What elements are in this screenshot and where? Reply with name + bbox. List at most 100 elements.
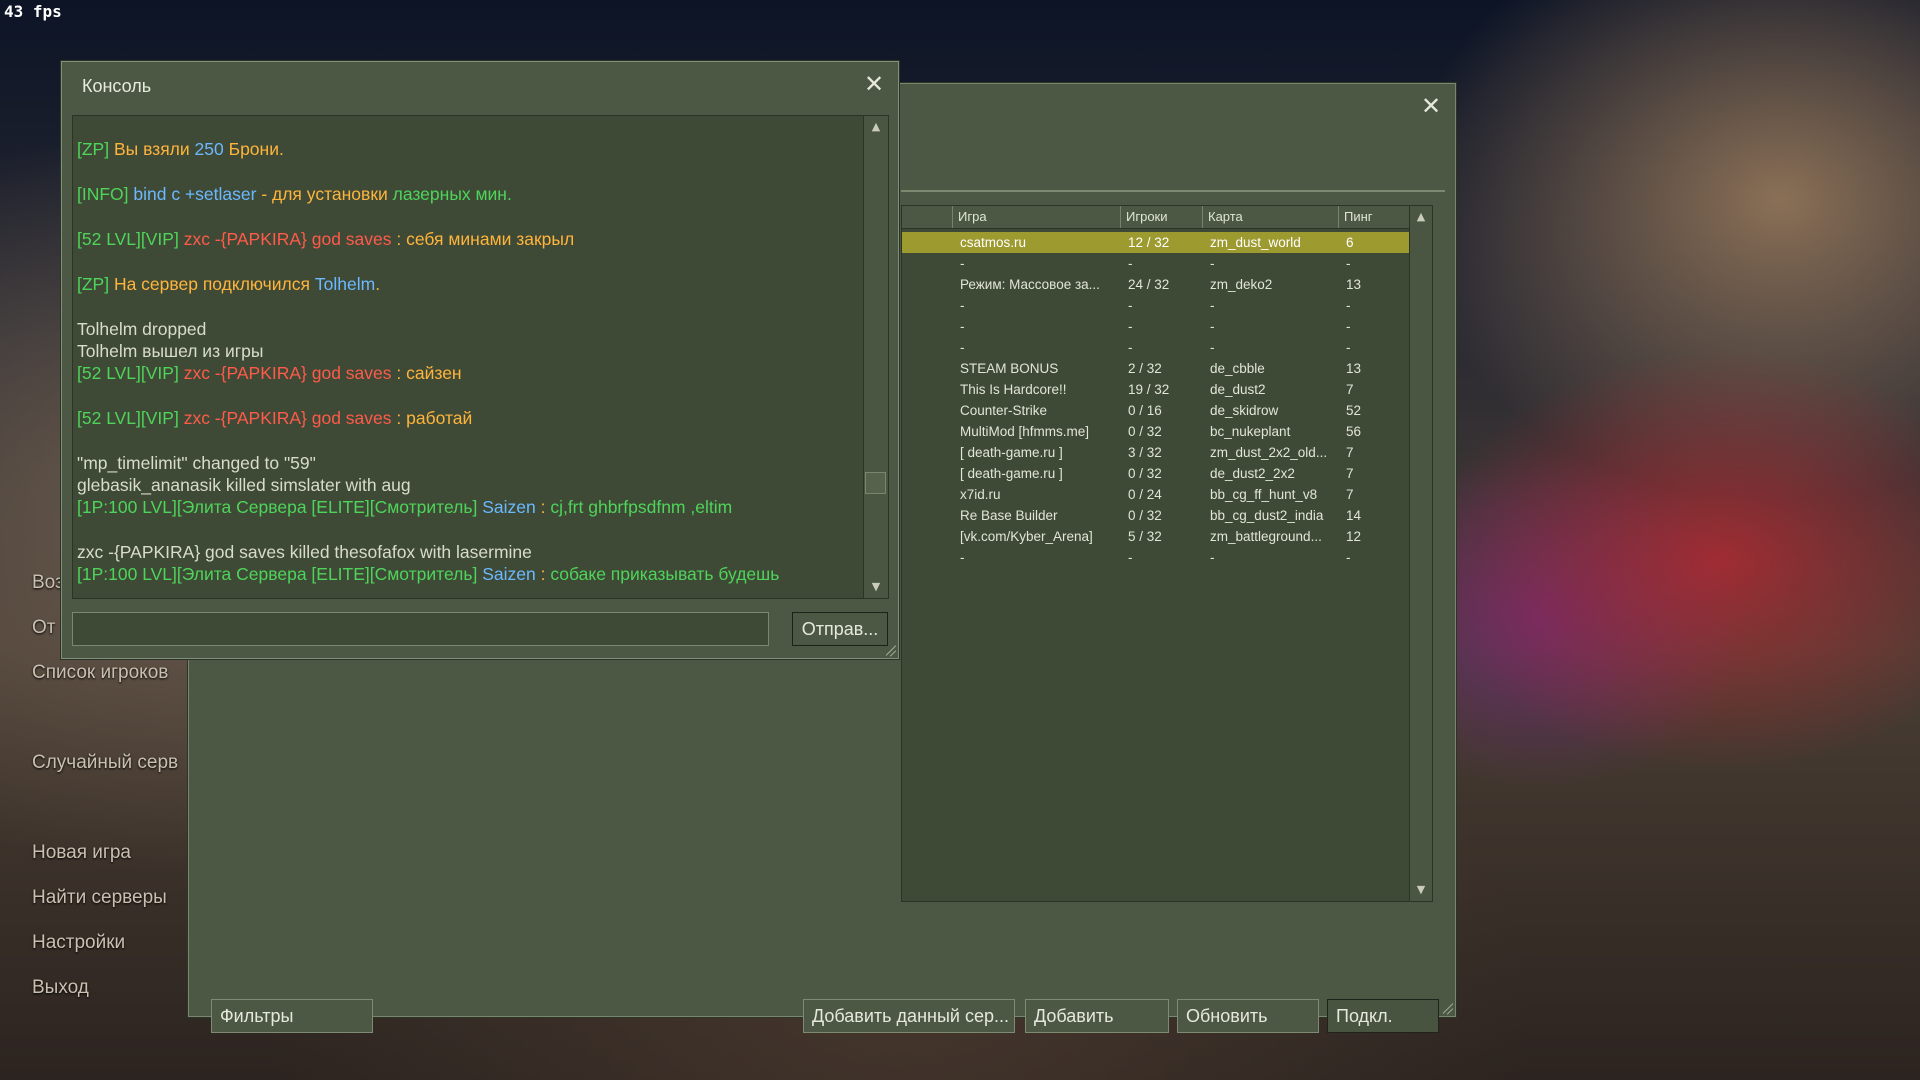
console-text-segment: . <box>375 274 381 294</box>
server-row[interactable]: x7id.ru 0 / 24 bb_cg_ff_hunt_v8 7 <box>902 484 1410 505</box>
server-players: 19 / 32 <box>1128 382 1170 397</box>
menu-item-find-servers[interactable]: Найти серверы <box>32 887 167 909</box>
server-ping: 12 <box>1346 529 1362 544</box>
console-text-segment: : себя минами закрыл <box>391 229 575 249</box>
scroll-down-icon[interactable]: ▼ <box>1410 879 1432 901</box>
column-header-ping[interactable]: Пинг <box>1338 206 1410 228</box>
console-line: [ZP] На сервер подключился Tolhelm. <box>77 273 380 295</box>
server-row[interactable]: STEAM BONUS 2 / 32 de_cbble 13 <box>902 358 1410 379</box>
tab-divider <box>901 190 1445 192</box>
console-text-segment: лазерных мин. <box>392 184 512 204</box>
fps-counter: 43 fps <box>4 2 62 21</box>
server-ping: 56 <box>1346 424 1362 439</box>
server-name: - <box>960 256 965 271</box>
console-line: "mp_timelimit" changed to "59" <box>77 452 316 474</box>
server-map: de_skidrow <box>1210 403 1279 418</box>
server-players: 0 / 32 <box>1128 424 1162 439</box>
menu-item-new-game[interactable]: Новая игра <box>32 842 131 864</box>
console-text-segment: cj,frt ghbrfpsdfnm ,eltim <box>550 497 733 517</box>
scroll-down-icon[interactable]: ▼ <box>864 576 888 598</box>
server-map: - <box>1210 319 1215 334</box>
server-players: 0 / 16 <box>1128 403 1162 418</box>
server-list-scrollbar[interactable]: ▲ ▼ <box>1409 206 1432 901</box>
console-line: glebasik_ananasik killed simslater with … <box>77 474 411 496</box>
console-line: zxc -{PAPKIRA} god saves killed thesofaf… <box>77 541 532 563</box>
server-name: [vk.com/Kyber_Arena] <box>960 529 1093 544</box>
server-name: MultiMod [hfmms.me] <box>960 424 1090 439</box>
console-title: Консоль <box>82 76 152 96</box>
server-map: bb_cg_ff_hunt_v8 <box>1210 487 1318 502</box>
console-scrollbar[interactable]: ▲ ▼ <box>863 116 888 598</box>
console-text-segment: : <box>535 564 551 584</box>
server-ping: 7 <box>1346 466 1354 481</box>
console-line: [52 LVL][VIP] zxc -{PAPKIRA} god saves :… <box>77 228 574 250</box>
add-current-server-button[interactable]: Добавить данный сер... <box>803 999 1015 1033</box>
menu-item-player-list[interactable]: Список игроков <box>32 662 168 684</box>
server-players: 0 / 32 <box>1128 466 1162 481</box>
console-text-segment: [52 LVL][VIP] <box>77 408 184 428</box>
console-text-segment: Tolhelm вышел из игры <box>77 341 264 361</box>
server-name: Counter-Strike <box>960 403 1048 418</box>
connect-button[interactable]: Подкл. <box>1327 999 1439 1033</box>
server-map: bb_cg_dust2_india <box>1210 508 1324 523</box>
server-row[interactable]: ---- <box>902 547 1410 568</box>
column-header-players[interactable]: Игроки <box>1120 206 1202 228</box>
server-players: 5 / 32 <box>1128 529 1162 544</box>
server-ping: 14 <box>1346 508 1362 523</box>
scroll-up-icon[interactable]: ▲ <box>864 116 888 138</box>
server-map: de_dust2_2x2 <box>1210 466 1295 481</box>
console-command-input[interactable] <box>72 612 769 646</box>
server-map: - <box>1210 550 1215 565</box>
server-map: zm_battleground... <box>1210 529 1322 544</box>
server-row[interactable]: [vk.com/Kyber_Arena] 5 / 32 zm_battlegroun… <box>902 526 1410 547</box>
console-text-segment: 250 <box>194 139 224 159</box>
server-row[interactable]: ---- <box>902 295 1410 316</box>
server-players: 2 / 32 <box>1128 361 1162 376</box>
server-row[interactable]: MultiMod [hfmms.me] 0 / 32 bc_nukeplant 56 <box>902 421 1410 442</box>
add-server-button[interactable]: Добавить <box>1025 999 1169 1033</box>
column-header-game[interactable]: Игра <box>952 206 1120 228</box>
send-button[interactable]: Отправ... <box>792 612 888 646</box>
console-text-segment: - для установки <box>256 184 393 204</box>
console-text-segment: собаке приказывать будешь <box>550 564 780 584</box>
scroll-thumb[interactable] <box>865 472 886 494</box>
menu-item-disconnect[interactable]: От <box>32 617 55 639</box>
server-name: [ death-game.ru ] <box>960 445 1063 460</box>
refresh-button[interactable]: Обновить <box>1177 999 1319 1033</box>
resize-grip-icon[interactable] <box>882 642 896 656</box>
server-row[interactable]: This Is Hardcore!! 19 / 32 de_dust2 7 <box>902 379 1410 400</box>
menu-item-resume[interactable]: Воз <box>32 572 64 594</box>
server-row[interactable]: ---- <box>902 316 1410 337</box>
menu-item-settings[interactable]: Настройки <box>32 932 125 954</box>
close-icon[interactable]: ✕ <box>862 72 886 96</box>
server-ping: 6 <box>1346 235 1354 250</box>
server-name: Re Base Builder <box>960 508 1058 523</box>
server-row[interactable]: Режим: Массовое за... 24 / 32 zm_deko2 13 <box>902 274 1410 295</box>
server-ping: 7 <box>1346 382 1354 397</box>
server-ping: - <box>1346 340 1351 355</box>
console-text-segment: : <box>535 497 551 517</box>
server-row[interactable]: [ death-game.ru ] 0 / 32 de_dust2_2x2 7 <box>902 463 1410 484</box>
server-map: zm_dust_world <box>1210 235 1301 250</box>
scroll-up-icon[interactable]: ▲ <box>1410 206 1432 228</box>
console-text-segment: Tolhelm <box>314 274 376 294</box>
close-icon[interactable]: ✕ <box>1419 94 1443 118</box>
server-name: This Is Hardcore!! <box>960 382 1067 397</box>
server-row[interactable]: csatmos.ru 12 / 32 zm_dust_world 6 <box>902 232 1410 253</box>
server-row[interactable]: Re Base Builder 0 / 32 bb_cg_dust2_india 14 <box>902 505 1410 526</box>
server-row[interactable]: Counter-Strike 0 / 16 de_skidrow 52 <box>902 400 1410 421</box>
resize-grip-icon[interactable] <box>1439 1000 1453 1014</box>
server-map: - <box>1210 256 1215 271</box>
server-row[interactable]: ---- <box>902 337 1410 358</box>
server-name: STEAM BONUS <box>960 361 1059 376</box>
console-text-segment: "mp_timelimit" changed to "59" <box>77 453 316 473</box>
menu-item-exit[interactable]: Выход <box>32 977 89 999</box>
filters-button[interactable]: Фильтры <box>211 999 373 1033</box>
server-row[interactable]: [ death-game.ru ] 3 / 32 zm_dust_2x2_old..… <box>902 442 1410 463</box>
server-row[interactable]: ---- <box>902 253 1410 274</box>
column-header-map[interactable]: Карта <box>1202 206 1338 228</box>
console-text-segment: zxc -{PAPKIRA} god saves <box>183 229 392 249</box>
menu-item-random-server[interactable]: Случайный серв <box>32 752 178 774</box>
server-name: - <box>960 319 965 334</box>
server-name: x7id.ru <box>960 487 1001 502</box>
